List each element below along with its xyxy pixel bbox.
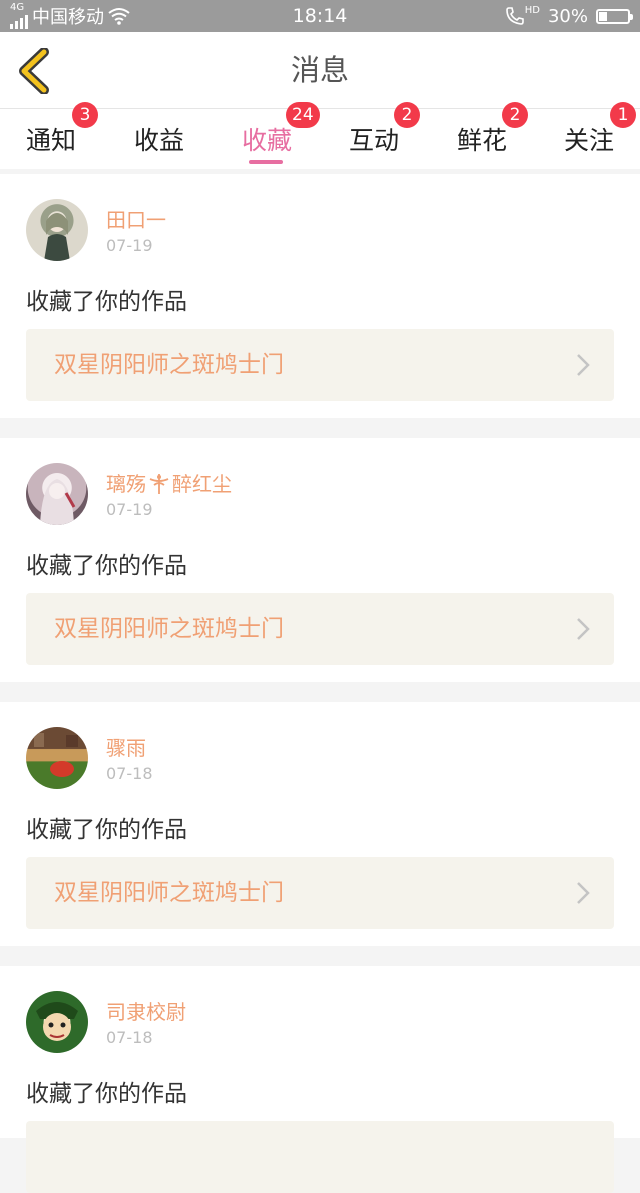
list-item: 田口一 07-19 收藏了你的作品 双星阴阳师之斑鸠士门 — [0, 174, 640, 418]
list-item: 司隶校尉 07-18 收藏了你的作品 — [0, 966, 640, 1193]
tab-badge: 2 — [394, 102, 420, 128]
action-text: 收藏了你的作品 — [26, 817, 187, 843]
user-name[interactable]: 田口一 — [106, 204, 166, 233]
work-link[interactable]: 双星阴阳师之斑鸠士门 — [26, 593, 614, 665]
post-date: 07-18 — [106, 1028, 153, 1047]
avatar[interactable] — [26, 463, 88, 525]
chevron-right-icon — [577, 882, 590, 904]
page-title: 消息 — [290, 53, 349, 87]
action-text: 收藏了你的作品 — [26, 553, 187, 579]
list-item: 璃殇 醉红尘 07-19 收藏了你的作品 双星阴阳师之斑鸠士门 — [0, 438, 640, 682]
user-name[interactable]: 司隶校尉 — [106, 996, 186, 1025]
work-title: 双星阴阳师之斑鸠士门 — [54, 880, 284, 906]
action-text: 收藏了你的作品 — [26, 289, 187, 315]
list-item: 骤雨 07-18 收藏了你的作品 双星阴阳师之斑鸠士门 — [0, 702, 640, 946]
work-link[interactable]: 双星阴阳师之斑鸠士门 — [26, 857, 614, 929]
avatar[interactable] — [26, 199, 88, 261]
status-right: HD 30% — [505, 0, 633, 32]
user-name[interactable]: 骤雨 — [106, 732, 146, 761]
nav-bar: 消息 — [0, 32, 640, 109]
tab-flowers[interactable]: 鲜花 2 — [431, 102, 533, 169]
work-link[interactable] — [26, 1121, 614, 1193]
post-date: 07-19 — [106, 500, 153, 519]
chevron-right-icon — [577, 354, 590, 376]
ornament-icon — [149, 474, 169, 494]
tab-earnings[interactable]: 收益 — [108, 109, 210, 169]
avatar[interactable] — [26, 991, 88, 1053]
tab-favorites[interactable]: 收藏 24 — [216, 102, 320, 169]
avatar[interactable] — [26, 727, 88, 789]
work-title: 双星阴阳师之斑鸠士门 — [54, 352, 284, 378]
user-name[interactable]: 璃殇 醉红尘 — [106, 468, 232, 497]
post-date: 07-19 — [106, 236, 153, 255]
user-name-part: 醉红尘 — [172, 472, 232, 496]
chevron-right-icon — [577, 618, 590, 640]
tab-bar: 通知 3 收益 收藏 24 互动 2 鲜花 2 关注 1 — [0, 102, 640, 169]
tab-badge: 24 — [286, 102, 320, 128]
hd-label: HD — [524, 5, 540, 16]
phone-hd-icon: HD — [505, 6, 540, 26]
battery-icon — [596, 8, 633, 24]
tab-badge: 3 — [72, 102, 98, 128]
user-name-part: 璃殇 — [106, 472, 146, 496]
tab-follow[interactable]: 关注 1 — [538, 102, 640, 169]
active-tab-indicator — [249, 160, 283, 164]
tab-interaction[interactable]: 互动 2 — [323, 102, 425, 169]
battery-percent: 30% — [547, 5, 588, 27]
work-link[interactable]: 双星阴阳师之斑鸠士门 — [26, 329, 614, 401]
tab-badge: 1 — [610, 102, 636, 128]
post-date: 07-18 — [106, 764, 153, 783]
work-title: 双星阴阳师之斑鸠士门 — [54, 616, 284, 642]
action-text: 收藏了你的作品 — [26, 1081, 187, 1107]
status-bar: 4G 中国移动 18:14 HD 30% — [0, 0, 640, 32]
tab-label: 收益 — [133, 126, 184, 155]
tab-notice[interactable]: 通知 3 — [0, 102, 102, 169]
tab-badge: 2 — [502, 102, 528, 128]
